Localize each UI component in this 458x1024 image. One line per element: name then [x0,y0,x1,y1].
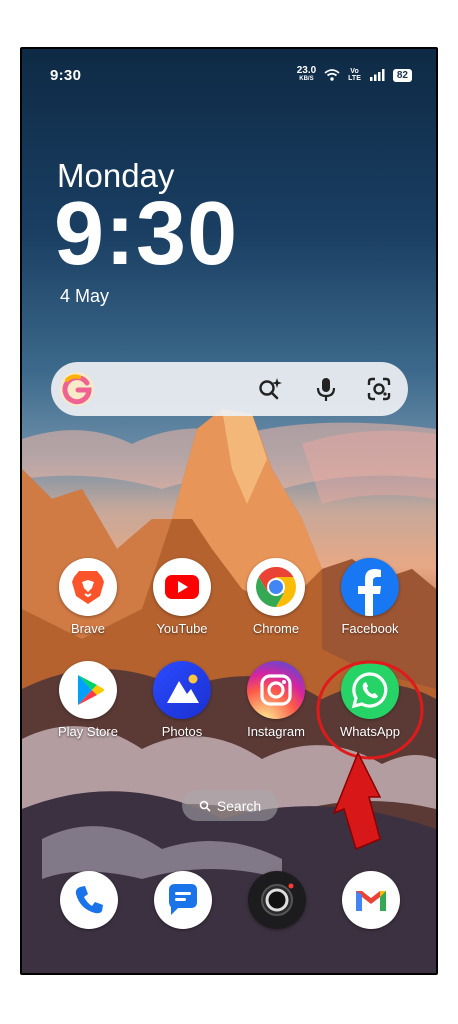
mic-icon[interactable] [313,376,339,402]
brave-icon[interactable] [59,558,117,616]
google-search-bar[interactable] [51,362,408,416]
volte-bottom: LTE [348,75,361,82]
app-label: WhatsApp [340,724,400,739]
status-icons: 23.0 KB/S Vo LTE 82 [296,65,412,83]
app-label: Facebook [341,621,399,636]
home-screen: 9:30 23.0 KB/S Vo LTE 82 Monday 9:30 4 M… [22,49,436,973]
google-g-icon[interactable] [59,371,95,407]
app-brave[interactable]: Brave [45,558,131,636]
app-whatsapp[interactable]: WhatsApp [327,661,413,739]
wifi-icon [324,69,340,81]
photos-icon[interactable] [153,661,211,719]
app-label: YouTube [156,621,208,636]
app-search-pill[interactable]: Search [182,790,278,821]
status-time: 9:30 [50,67,82,84]
volte-indicator: Vo LTE [348,68,361,82]
app-play-store[interactable]: Play Store [45,661,131,739]
app-youtube[interactable]: YouTube [139,558,225,636]
youtube-icon[interactable] [153,558,211,616]
phone-icon[interactable] [60,871,118,929]
battery-indicator: 82 [392,68,412,82]
speed-value: 23.0 [296,65,317,76]
volte-top: Vo [350,68,359,75]
dock-camera[interactable] [248,871,306,929]
app-instagram[interactable]: Instagram [233,661,319,739]
signal-icon [369,69,385,81]
lens-sparkle-icon[interactable] [257,376,283,402]
app-facebook[interactable]: Facebook [327,558,413,636]
messages-icon[interactable] [154,871,212,929]
app-label: Chrome [252,621,300,636]
search-pill-label: Search [216,797,262,814]
chrome-icon[interactable] [247,558,305,616]
app-photos[interactable]: Photos [139,661,225,739]
gmail-icon[interactable] [342,871,400,929]
play-store-icon[interactable] [59,661,117,719]
dock-phone[interactable] [60,871,118,929]
lock-date[interactable]: 4 May [60,286,109,307]
app-label: Photos [161,724,203,739]
dock-gmail[interactable] [342,871,400,929]
phone-frame: 9:30 23.0 KB/S Vo LTE 82 Monday 9:30 4 M… [20,47,438,975]
dock-messages[interactable] [154,871,212,929]
app-chrome[interactable]: Chrome [233,558,319,636]
whatsapp-icon[interactable] [341,661,399,719]
facebook-icon[interactable] [341,558,399,616]
camera-icon[interactable] [248,871,306,929]
speed-unit: KB/S [299,76,314,82]
app-label: Instagram [247,724,305,739]
app-label: Brave [71,621,105,636]
lock-clock[interactable]: 9:30 [54,189,238,279]
instagram-icon[interactable] [247,661,305,719]
google-lens-camera-icon[interactable] [366,376,392,402]
search-icon [199,800,211,812]
app-label: Play Store [58,724,118,739]
network-speed: 23.0 KB/S [296,65,317,83]
